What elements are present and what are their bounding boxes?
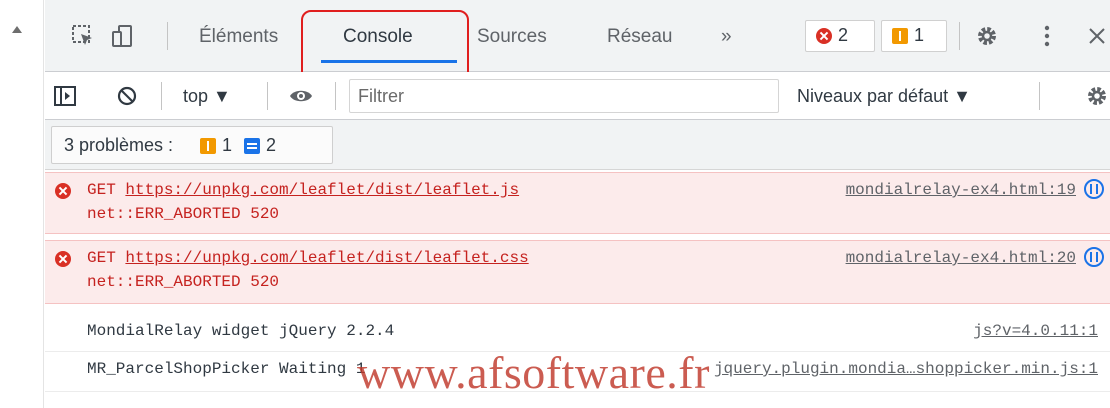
scroll-up-arrow-icon[interactable] — [12, 26, 22, 33]
log-levels-dropdown[interactable]: Niveaux par défaut ▼ — [797, 86, 971, 107]
request-url-link[interactable]: https://unpkg.com/leaflet/dist/leaflet.c… — [125, 249, 528, 267]
source-link[interactable]: mondialrelay-ex4.html:20 — [846, 249, 1076, 267]
error-icon — [816, 28, 832, 44]
log-text: MR_ParcelShopPicker Waiting 1 — [87, 360, 366, 378]
warning-flag-icon — [892, 28, 908, 44]
warning-flag-icon — [200, 138, 216, 154]
console-toolbar: top ▼ Niveaux par défaut ▼ — [45, 72, 1110, 120]
error-icon — [55, 251, 71, 267]
request-method: GET — [87, 249, 126, 267]
toolbar-divider — [167, 22, 168, 50]
issues-label: 3 problèmes : — [64, 135, 174, 155]
more-tabs-chevron-icon[interactable]: » — [721, 26, 732, 48]
issues-info-count: 2 — [266, 135, 277, 155]
error-count: 2 — [838, 25, 849, 45]
warning-count-badge[interactable]: 1 — [881, 20, 947, 52]
close-icon[interactable] — [1085, 24, 1109, 48]
scrollbar[interactable] — [0, 0, 44, 408]
log-text: MondialRelay widget jQuery 2.2.4 — [87, 322, 395, 340]
error-detail: net::ERR_ABORTED 520 — [87, 273, 280, 291]
toolbar-divider — [267, 82, 268, 110]
devtools-tabbar: Éléments Console Sources Réseau » 2 1 — [45, 0, 1110, 84]
info-flag-icon — [244, 138, 260, 154]
tab-elements[interactable]: Éléments — [199, 26, 278, 48]
issues-warning-count: 1 — [222, 135, 233, 155]
toolbar-divider — [335, 82, 336, 110]
tab-network[interactable]: Réseau — [607, 26, 673, 48]
filter-input[interactable] — [349, 79, 779, 113]
issues-button[interactable]: 3 problèmes : 1 2 — [51, 126, 333, 164]
toolbar-divider — [161, 82, 162, 110]
toolbar-divider — [1039, 82, 1040, 110]
request-method: GET — [87, 181, 126, 199]
tab-sources[interactable]: Sources — [477, 26, 547, 48]
live-expression-eye-icon[interactable] — [289, 84, 313, 108]
device-toolbar-icon[interactable] — [111, 24, 135, 48]
source-link[interactable]: jquery.plugin.mondia…shoppicker.min.js:1 — [714, 360, 1098, 378]
warning-count: 1 — [914, 25, 925, 45]
network-request-icon[interactable] — [1084, 247, 1104, 267]
settings-gear-icon[interactable] — [975, 24, 999, 48]
request-url-link[interactable]: https://unpkg.com/leaflet/dist/leaflet.j… — [125, 181, 519, 199]
issues-bar: 3 problèmes : 1 2 — [45, 120, 1110, 170]
error-detail: net::ERR_ABORTED 520 — [87, 205, 280, 223]
console-message-error: GET https://unpkg.com/leaflet/dist/leafl… — [45, 172, 1110, 234]
watermark: www.afsoftware.fr — [357, 347, 710, 398]
sidebar-toggle-icon[interactable] — [53, 84, 77, 108]
inspect-element-icon[interactable] — [71, 24, 95, 48]
error-count-badge[interactable]: 2 — [805, 20, 875, 52]
devtools-panel: Éléments Console Sources Réseau » 2 1 to… — [45, 0, 1110, 408]
console-message-error: GET https://unpkg.com/leaflet/dist/leafl… — [45, 240, 1110, 304]
console-settings-gear-icon[interactable] — [1085, 84, 1109, 108]
more-options-kebab-icon[interactable] — [1035, 24, 1059, 48]
clear-console-icon[interactable] — [115, 84, 139, 108]
context-selector[interactable]: top ▼ — [183, 86, 231, 107]
error-icon — [55, 183, 71, 199]
network-request-icon[interactable] — [1084, 179, 1104, 199]
toolbar-divider — [959, 22, 960, 50]
source-link[interactable]: js?v=4.0.11:1 — [973, 322, 1098, 340]
source-link[interactable]: mondialrelay-ex4.html:19 — [846, 181, 1076, 199]
